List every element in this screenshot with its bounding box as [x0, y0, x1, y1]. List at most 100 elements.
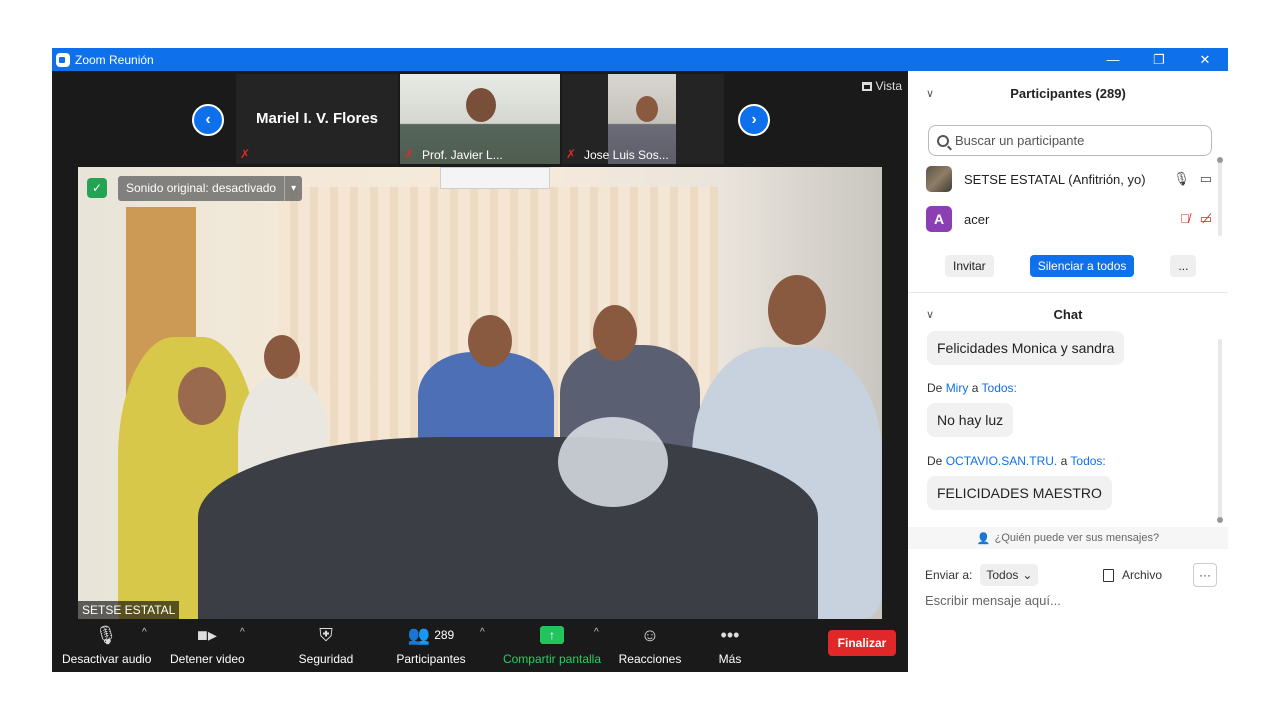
participant-row[interactable]: A acer 🎙̸ ▭̸: [926, 205, 1216, 233]
microphone-muted-icon[interactable]: 🎙̸: [1180, 211, 1190, 227]
participant-row[interactable]: SETSE ESTATAL (Anfitrión, yo) 🎙 ▭: [926, 165, 1216, 193]
participants-scrollbar[interactable]: [1217, 157, 1223, 236]
chevron-left-icon: ‹: [205, 111, 211, 128]
divider: [908, 292, 1228, 293]
share-screen-button[interactable]: ↑ Compartir pantalla: [502, 623, 602, 666]
video-camera-icon: ■▸: [197, 624, 217, 645]
shield-icon: ⛨: [319, 624, 333, 645]
mute-all-button[interactable]: Silenciar a todos: [1029, 255, 1135, 277]
file-button[interactable]: Archivo: [1103, 563, 1162, 587]
chat-scrollbar[interactable]: [1217, 339, 1223, 523]
zoom-logo-icon: [56, 52, 70, 67]
gallery-prev-button[interactable]: ‹: [192, 104, 224, 136]
stop-video-button[interactable]: ■▸ Detener video: [170, 623, 245, 667]
mic-muted-icon: ✗: [566, 147, 577, 161]
participants-more-button[interactable]: ...: [1170, 255, 1197, 277]
tile-name: Jose Luis Sos...: [584, 148, 669, 162]
chevron-up-icon[interactable]: ^: [142, 627, 147, 638]
video-scene-table: [198, 437, 818, 619]
security-shield-icon[interactable]: ✓: [87, 178, 107, 198]
participant-tile[interactable]: ✗ Jose Luis Sos...: [562, 74, 724, 164]
who-can-see-label: ¿Quién puede ver sus mensajes?: [994, 532, 1160, 544]
chat-message: FELICIDADES MAESTRO: [927, 476, 1112, 510]
participants-title: Participantes (289): [1010, 85, 1126, 101]
more-label: Más: [718, 652, 742, 666]
more-button[interactable]: ••• Más: [712, 623, 748, 667]
restore-button[interactable]: ❐: [1136, 48, 1182, 71]
more-dots-icon: ···: [1199, 568, 1211, 582]
chat-to-prefix: a: [1060, 454, 1068, 468]
chevron-down-icon[interactable]: ▾: [284, 176, 302, 201]
person-lock-icon: 👤: [976, 532, 991, 545]
chevron-up-icon[interactable]: ^: [480, 627, 485, 638]
chat-sender[interactable]: Miry: [946, 381, 969, 395]
chat-message-meta: De OCTAVIO.SAN.TRU. a Todos:: [927, 454, 1106, 468]
microphone-icon[interactable]: 🎙: [1173, 171, 1190, 187]
who-can-see-messages[interactable]: 👤 ¿Quién puede ver sus mensajes?: [908, 527, 1228, 549]
video-scene-ac: [440, 167, 550, 189]
avatar: [926, 166, 952, 192]
more-dots-icon: •••: [720, 624, 740, 645]
file-label: Archivo: [1122, 568, 1163, 582]
chat-message: No hay luz: [927, 403, 1014, 437]
participant-face: [636, 96, 658, 122]
gallery-next-button[interactable]: ›: [738, 104, 770, 136]
send-to-value: Todos: [986, 568, 1019, 582]
invite-button[interactable]: Invitar: [945, 255, 994, 277]
chat-from-prefix: De: [927, 381, 943, 395]
zoom-window: Zoom Reunión — ❐ ✕ ‹ › Mariel I. V. Flor…: [52, 48, 1228, 672]
video-scene-bowl: [558, 417, 668, 507]
chat-header: ∨ Chat: [908, 299, 1228, 329]
share-screen-icon: ↑: [540, 626, 564, 644]
grid-view-icon: [861, 81, 872, 91]
close-button[interactable]: ✕: [1182, 48, 1228, 71]
mic-muted-icon: ✗: [240, 147, 251, 161]
end-meeting-button[interactable]: Finalizar: [828, 630, 896, 656]
chevron-up-icon[interactable]: ^: [240, 627, 245, 638]
view-button[interactable]: Vista: [861, 79, 902, 93]
chat-title: Chat: [1053, 306, 1083, 322]
reactions-button[interactable]: ☺ Reacciones: [618, 623, 682, 667]
tile-name: Prof. Javier L...: [422, 148, 503, 162]
chat-recipient: Todos:: [1070, 454, 1106, 468]
people-icon: 👥: [407, 624, 431, 645]
participant-search-input[interactable]: Buscar un participante: [928, 125, 1212, 156]
chat-message-input[interactable]: Escribir mensaje aquí...: [925, 593, 1061, 608]
original-sound-toggle[interactable]: Sonido original: desactivado ▾: [118, 176, 303, 201]
chat-message: Felicidades Monica y sandra: [927, 331, 1125, 365]
participant-name: SETSE ESTATAL (Anfitrión, yo): [964, 171, 1146, 187]
chat-message-meta: De Miry a Todos:: [927, 381, 1017, 395]
chevron-down-icon[interactable]: ∨: [926, 87, 934, 100]
file-icon: [1103, 568, 1114, 582]
active-speaker-video: ✓ Sonido original: desactivado ▾ SETSE E…: [78, 167, 882, 619]
send-to-label: Enviar a:: [925, 568, 973, 582]
minimize-button[interactable]: —: [1090, 48, 1136, 71]
chevron-down-icon[interactable]: ∨: [926, 308, 934, 321]
chat-more-button[interactable]: ···: [1193, 563, 1217, 587]
original-sound-label: Sonido original: desactivado: [126, 181, 277, 195]
video-person-face: [468, 315, 512, 367]
meeting-toolbar: 🎙 Desactivar audio ^ ■▸ Detener video ^ …: [52, 619, 908, 672]
title-bar: Zoom Reunión — ❐ ✕: [52, 48, 1228, 71]
chevron-up-icon[interactable]: ^: [594, 627, 599, 638]
chevron-down-icon: ⌄: [1022, 568, 1033, 582]
tile-name-large: Mariel I. V. Flores: [256, 110, 378, 127]
chat-recipient: Todos:: [981, 381, 1017, 395]
search-icon: [937, 134, 949, 147]
video-person-face: [264, 335, 300, 379]
participant-name: acer: [964, 211, 990, 227]
participants-count: 289: [434, 628, 455, 642]
send-to-row: Enviar a: Todos ⌄ Archivo ···: [925, 563, 1217, 587]
send-to-select[interactable]: Todos ⌄: [980, 564, 1039, 586]
mute-button[interactable]: 🎙 Desactivar audio: [62, 623, 151, 667]
video-camera-icon[interactable]: ▭: [1200, 171, 1212, 187]
chat-sender[interactable]: OCTAVIO.SAN.TRU.: [946, 454, 1058, 468]
participant-tile[interactable]: Mariel I. V. Flores ✗: [236, 74, 398, 164]
participant-tile[interactable]: ✗ Prof. Javier L...: [400, 74, 560, 164]
security-button[interactable]: ⛨ Seguridad: [296, 623, 356, 667]
chevron-right-icon: ›: [751, 111, 757, 128]
participants-button[interactable]: 👥 289 Participantes: [395, 623, 467, 667]
window-title: Zoom Reunión: [75, 52, 154, 67]
video-off-icon[interactable]: ▭̸: [1200, 211, 1212, 227]
search-placeholder: Buscar un participante: [955, 133, 1085, 148]
